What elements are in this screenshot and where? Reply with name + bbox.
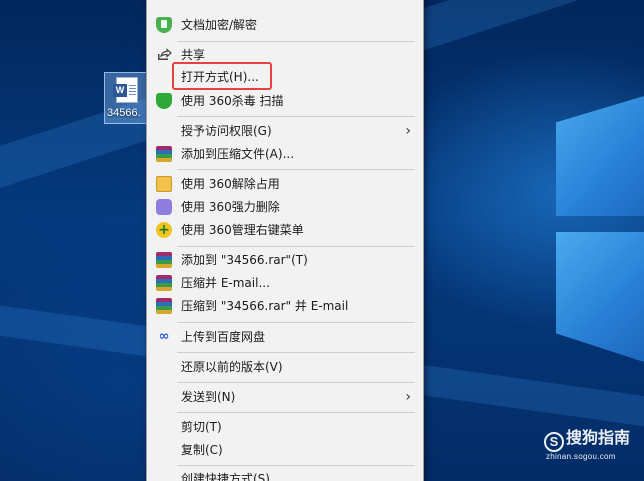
watermark-brand: 搜狗指南 xyxy=(566,430,631,447)
menu-item-cut[interactable]: 剪切(T) xyxy=(147,416,423,438)
menu-separator xyxy=(177,246,415,247)
menu-item-create-shortcut[interactable]: 创建快捷方式(S) xyxy=(147,468,423,481)
word-document-icon: W xyxy=(113,77,138,103)
menu-item-label: 添加到压缩文件(A)... xyxy=(181,147,295,161)
menu-item-grant-access[interactable]: 授予访问权限(G) › xyxy=(147,120,423,142)
menu-item-force-delete-360[interactable]: 使用 360强力删除 xyxy=(147,196,423,218)
rar-icon xyxy=(156,252,172,268)
menu-item-label: 压缩到 "34566.rar" 并 E-mail xyxy=(181,299,349,313)
menu-separator xyxy=(177,465,415,466)
plus-circle-icon: + xyxy=(156,222,172,238)
desktop-file-icon[interactable]: W 34566. xyxy=(104,72,148,124)
rar-icon xyxy=(156,298,172,314)
menu-item-scan-360[interactable]: 使用 360杀毒 扫描 xyxy=(147,90,423,112)
menu-item-restore-versions[interactable]: 还原以前的版本(V) xyxy=(147,356,423,378)
menu-item-add-archive[interactable]: 添加到压缩文件(A)... xyxy=(147,143,423,165)
chevron-right-icon: › xyxy=(405,389,411,405)
menu-item-label: 文档加密/解密 xyxy=(181,18,258,32)
menu-separator xyxy=(177,322,415,323)
desktop-file-label: 34566. xyxy=(107,107,141,119)
menu-item-unlock-360[interactable]: 使用 360解除占用 xyxy=(147,173,423,195)
menu-item-label: 使用 360强力删除 xyxy=(181,200,280,214)
menu-item-label: 剪切(T) xyxy=(181,420,222,434)
menu-separator xyxy=(177,382,415,383)
shredder-icon xyxy=(156,199,172,215)
menu-separator xyxy=(177,412,415,413)
menu-item-label: 使用 360管理右键菜单 xyxy=(181,223,304,237)
menu-item-add-to-rar[interactable]: 添加到 "34566.rar"(T) xyxy=(147,249,423,271)
share-icon xyxy=(156,47,172,63)
menu-item-copy[interactable]: 复制(C) xyxy=(147,439,423,461)
menu-item-top-cut[interactable]: › xyxy=(147,0,423,11)
menu-item-label: 还原以前的版本(V) xyxy=(181,360,283,374)
rar-icon xyxy=(156,146,172,162)
menu-item-compress-rar-email[interactable]: 压缩到 "34566.rar" 并 E-mail xyxy=(147,295,423,317)
rar-icon xyxy=(156,275,172,291)
chevron-right-icon: › xyxy=(405,123,411,139)
menu-item-compress-email[interactable]: 压缩并 E-mail... xyxy=(147,272,423,294)
baidu-cloud-icon: ∞ xyxy=(158,329,170,344)
menu-item-upload-baidu[interactable]: ∞ 上传到百度网盘 xyxy=(147,326,423,348)
watermark-domain: zhinan.sogou.com xyxy=(546,452,616,461)
menu-item-label: 上传到百度网盘 xyxy=(181,330,266,344)
menu-item-label: 发送到(N) xyxy=(181,390,236,404)
highlight-box xyxy=(172,62,272,90)
menu-separator xyxy=(177,41,415,42)
windows-logo-pane xyxy=(556,96,644,216)
menu-item-label: 添加到 "34566.rar"(T) xyxy=(181,253,308,267)
word-badge: W xyxy=(113,84,127,97)
menu-item-label: 使用 360解除占用 xyxy=(181,177,280,191)
menu-item-label: 授予访问权限(G) xyxy=(181,124,272,138)
menu-item-send-to[interactable]: 发送到(N) › xyxy=(147,386,423,408)
menu-item-manage-menu-360[interactable]: + 使用 360管理右键菜单 xyxy=(147,219,423,241)
menu-separator xyxy=(177,116,415,117)
windows-logo-pane xyxy=(556,232,644,362)
360-shield-icon xyxy=(156,93,172,109)
menu-item-label: 复制(C) xyxy=(181,443,223,457)
sogou-watermark: S 搜狗指南 zhinan.sogou.com xyxy=(544,424,630,461)
green-shield-icon xyxy=(156,17,172,33)
folder-lock-icon xyxy=(156,176,172,192)
menu-separator xyxy=(177,169,415,170)
menu-item-encrypt[interactable]: 文档加密/解密 xyxy=(147,14,423,36)
menu-item-label: 压缩并 E-mail... xyxy=(181,276,270,290)
sogou-logo-icon: S xyxy=(544,432,564,452)
menu-item-label: 创建快捷方式(S) xyxy=(181,472,270,481)
menu-item-label: 使用 360杀毒 扫描 xyxy=(181,94,284,108)
menu-separator xyxy=(177,352,415,353)
